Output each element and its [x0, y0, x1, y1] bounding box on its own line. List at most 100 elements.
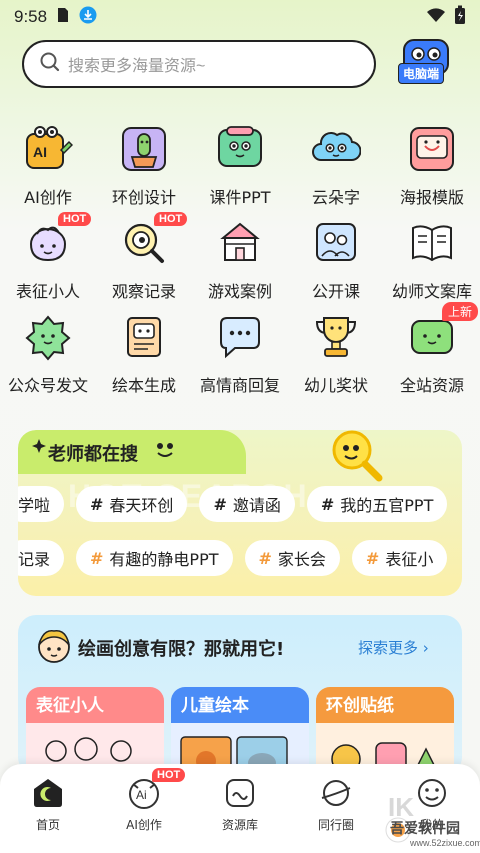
hot-badge: HOT — [58, 212, 92, 226]
feature-grid: AI AI创作 环创设计 课件PPT 云朵字 海报模版 HOT 表征小人 HOT… — [0, 122, 480, 404]
chip-text: 邀请函 — [232, 496, 281, 515]
teacher-search-title: 老师都在搜 — [48, 444, 138, 465]
magnifier-mascot-icon — [324, 430, 388, 492]
cactus-icon — [122, 127, 166, 171]
grid-item-ai-create[interactable]: AI AI创作 — [0, 122, 96, 216]
nav-label: 同行圈 — [317, 818, 354, 832]
hot-search-row-2: 记录 # 有趣的静电PPT # 家长会 # 表征小 — [18, 540, 448, 576]
grid-label: AI创作 — [24, 188, 72, 207]
grid-label: 绘本生成 — [111, 376, 176, 395]
chip-text: 我的五官PPT — [340, 496, 434, 515]
grid-item-high-eq-reply[interactable]: 高情商回复 — [192, 310, 288, 404]
chip-text: 记录 — [18, 550, 51, 569]
grid-item-observation-record[interactable]: HOT 观察记录 — [96, 212, 192, 310]
chat-icon — [220, 317, 260, 359]
desktop-label: 电脑端 — [398, 63, 445, 84]
grid-label: 观察记录 — [111, 282, 176, 301]
search-box[interactable]: 搜索更多海量资源~ — [22, 40, 376, 88]
cloud-icon — [312, 132, 361, 162]
hash-icon: # — [258, 548, 272, 568]
grid-label: 海报模版 — [399, 188, 464, 207]
grid-item-cloud-text[interactable]: 云朵字 — [288, 122, 384, 216]
new-badge: 上新 — [442, 302, 479, 321]
chip-text: 学啦 — [18, 496, 51, 515]
grid-label: 全站资源 — [399, 376, 464, 395]
drawing-card-title: 绘画创意有限？那就用它! — [78, 639, 285, 660]
explore-more-link[interactable]: 探索更多 › — [358, 637, 429, 658]
desktop-version-button[interactable]: 电脑端 — [396, 38, 458, 90]
svg-text:Ai: Ai — [136, 788, 147, 802]
grid-label: 幼儿奖状 — [303, 376, 368, 395]
grid-item-ppt[interactable]: 课件PPT — [192, 122, 288, 216]
grid-item-environment-design[interactable]: 环创设计 — [96, 122, 192, 216]
grid-item-all-resources[interactable]: 上新 全站资源 — [384, 302, 480, 404]
ppt-icon — [218, 126, 262, 167]
hash-icon: # — [365, 548, 380, 568]
hash-icon: # — [320, 494, 335, 514]
grid-row-2: HOT 表征小人 HOT 观察记录 游戏案例 公开课 幼师文案库 — [0, 212, 480, 310]
chip-text: 有趣的静电PPT — [109, 550, 219, 569]
sub-card-character[interactable]: 表征小人 — [26, 687, 164, 775]
drawing-creative-card: 绘画创意有限？那就用它! 探索更多 › 表征小人 儿童绘本 环创贴纸 — [18, 615, 462, 775]
sub-card-picture-book[interactable]: 儿童绘本 — [171, 687, 309, 775]
sim-card-icon — [57, 7, 69, 27]
search-row: 搜索更多海量资源~ 电脑端 — [22, 38, 462, 90]
grid-label: 高情商回复 — [199, 376, 280, 395]
hot-search-chip[interactable]: 学啦 — [18, 486, 65, 522]
chip-text: 表征小 — [385, 550, 434, 569]
grid-label: 幼师文案库 — [391, 282, 472, 301]
watermark-title: 吾爱软件园 — [390, 821, 460, 837]
grid-item-picture-book[interactable]: 绘本生成 — [96, 310, 192, 404]
girl-mascot-icon — [32, 623, 74, 671]
hot-search-chip[interactable]: # 邀请函 — [199, 486, 295, 522]
hot-search-chip[interactable]: # 我的五官PPT — [306, 486, 448, 522]
wifi-icon — [426, 7, 446, 27]
flower-icon — [25, 315, 71, 361]
sub-card-stickers[interactable]: 环创贴纸 — [316, 687, 454, 775]
hot-badge: HOT — [154, 212, 188, 226]
grid-item-teacher-copy[interactable]: 幼师文案库 — [384, 216, 480, 310]
explore-more-label: 探索更多 — [358, 639, 419, 657]
grid-row-1: AI AI创作 环创设计 课件PPT 云朵字 海报模版 — [0, 122, 480, 216]
nav-home[interactable]: 首页 — [0, 764, 96, 853]
hot-search-chip[interactable]: # 家长会 — [244, 540, 340, 576]
ai-create-icon: AI — [26, 126, 73, 169]
grid-item-poster-template[interactable]: 海报模版 — [384, 122, 480, 216]
grid-label: 课件PPT — [209, 188, 271, 207]
battery-icon — [454, 5, 466, 29]
nav-label: AI创作 — [126, 818, 162, 832]
sub-card-title: 表征小人 — [36, 696, 104, 716]
grid-item-open-class[interactable]: 公开课 — [288, 216, 384, 310]
search-input[interactable]: 搜索更多海量资源~ — [68, 52, 205, 76]
hash-icon: # — [90, 494, 104, 514]
hot-search-chip[interactable]: # 春天环创 — [76, 486, 188, 522]
hot-search-chip[interactable]: # 有趣的静电PPT — [76, 540, 233, 576]
hot-search-row-1: 学啦 # 春天环创 # 邀请函 # 我的五官PPT — [18, 486, 448, 522]
grid-item-certificate[interactable]: 幼儿奖状 — [288, 310, 384, 404]
nav-ai-create[interactable]: Ai HOT AI创作 — [96, 764, 192, 853]
status-time: 9:58 — [14, 7, 48, 26]
hot-search-chip[interactable]: # 表征小 — [351, 540, 448, 576]
hash-icon: # — [90, 548, 104, 568]
grid-item-game-case[interactable]: 游戏案例 — [192, 216, 288, 310]
nav-peer-circle[interactable]: 同行圈 — [288, 764, 384, 853]
hot-search-chip[interactable]: 记录 — [18, 540, 65, 576]
book-icon — [412, 225, 452, 262]
picture-book-icon — [127, 317, 161, 357]
sparkle-icon — [32, 438, 46, 457]
folder-icon — [226, 779, 254, 807]
hash-icon: # — [213, 494, 227, 514]
svg-text:AI: AI — [33, 144, 47, 160]
poster-icon — [410, 127, 454, 171]
grid-label: 公众号发文 — [7, 376, 88, 395]
grid-item-character[interactable]: HOT 表征小人 — [0, 212, 96, 310]
hot-badge: HOT — [152, 768, 186, 782]
sub-card-title: 儿童绘本 — [181, 696, 249, 716]
grid-label: 游戏案例 — [207, 282, 272, 301]
castle-icon — [220, 222, 260, 261]
class-icon — [316, 223, 356, 261]
smile-face-icon — [152, 438, 180, 464]
nav-label: 首页 — [35, 818, 60, 832]
nav-resources[interactable]: 资源库 — [192, 764, 288, 853]
grid-item-public-account[interactable]: 公众号发文 — [0, 310, 96, 404]
